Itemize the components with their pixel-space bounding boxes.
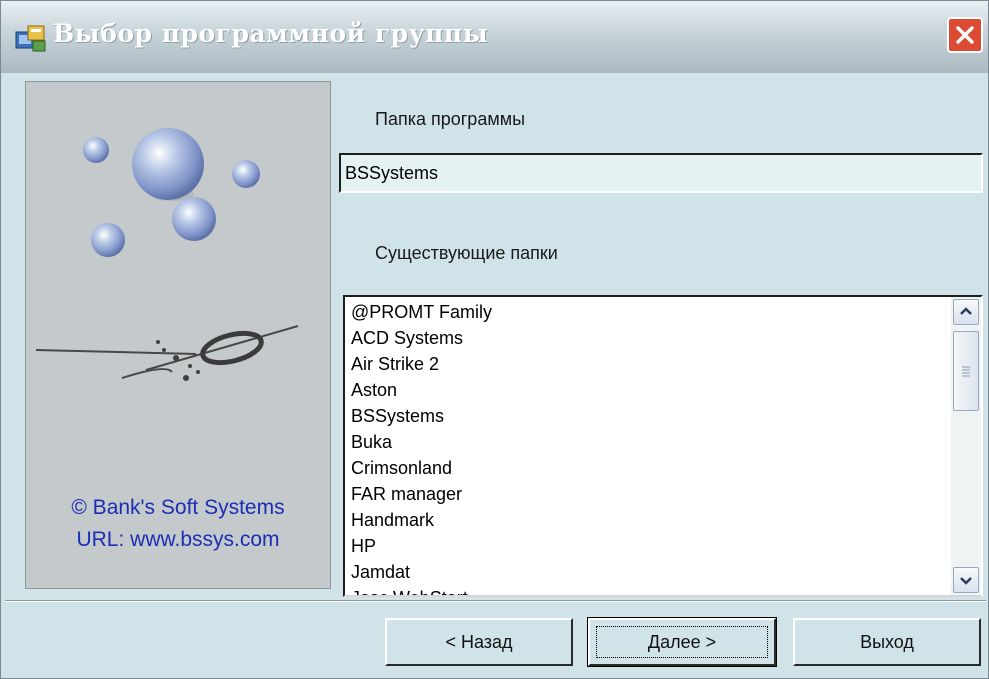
setup-app-icon <box>15 25 46 52</box>
button-divider <box>5 600 986 602</box>
list-item[interactable]: @PROMT Family <box>351 299 949 325</box>
list-item[interactable]: FAR manager <box>351 481 949 507</box>
list-item[interactable]: Aston <box>351 377 949 403</box>
scroll-up-button[interactable] <box>953 299 979 325</box>
url-line: URL: www.bssys.com <box>76 528 280 551</box>
list-item[interactable]: Jasc WebStart <box>351 585 949 595</box>
existing-folders-list[interactable]: @PROMT Family ACD Systems Air Strike 2 A… <box>343 295 983 597</box>
wizard-side-image: © Bank's Soft Systems URL: www.bssys.com <box>25 81 331 589</box>
program-folder-input[interactable] <box>339 153 983 193</box>
list-item[interactable]: Crimsonland <box>351 455 949 481</box>
list-item[interactable]: Jamdat <box>351 559 949 585</box>
exit-button[interactable]: Выход <box>793 618 981 666</box>
list-item[interactable]: BSSystems <box>351 403 949 429</box>
next-button[interactable]: Далее > <box>587 617 777 667</box>
focus-rectangle <box>596 626 768 658</box>
program-folder-label: Папка программы <box>375 109 526 129</box>
title-bar[interactable]: Выбор программной группы <box>1 1 988 73</box>
chevron-up-icon <box>960 307 972 315</box>
scroll-down-button[interactable] <box>953 567 979 593</box>
list-item[interactable]: Handmark <box>351 507 949 533</box>
chevron-down-icon <box>960 577 972 585</box>
copyright-line: © Bank's Soft Systems <box>71 496 285 519</box>
grip-icon <box>962 366 970 377</box>
close-icon <box>956 26 974 44</box>
list-item[interactable]: Buka <box>351 429 949 455</box>
list-item[interactable]: HP <box>351 533 949 559</box>
list-item[interactable]: Air Strike 2 <box>351 351 949 377</box>
existing-folders-label: Существующие папки <box>375 243 558 263</box>
window-title: Выбор программной группы <box>53 19 489 48</box>
list-item[interactable]: ACD Systems <box>351 325 949 351</box>
vertical-scrollbar[interactable] <box>951 297 981 595</box>
scroll-thumb[interactable] <box>953 331 979 411</box>
back-button[interactable]: < Назад <box>385 618 573 666</box>
water-drops-illustration <box>35 128 299 381</box>
close-button[interactable] <box>947 17 983 53</box>
dialog-window: Выбор программной группы © Bank's Soft S… <box>0 0 989 679</box>
